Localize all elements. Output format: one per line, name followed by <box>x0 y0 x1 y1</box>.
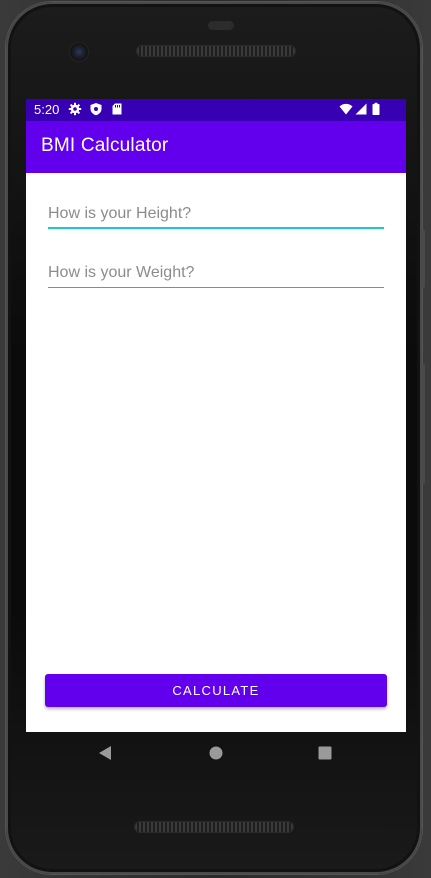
back-icon[interactable] <box>98 745 112 761</box>
weight-field-underline <box>48 287 384 288</box>
weight-field[interactable] <box>48 260 384 288</box>
wifi-icon <box>339 103 353 115</box>
sd-card-icon <box>112 103 122 115</box>
front-camera-icon <box>70 43 88 61</box>
bottom-speaker-grille <box>135 822 293 832</box>
navigation-bar <box>26 732 406 776</box>
app-screen: 5:20 BMI Calculator How is your Height? … <box>26 99 406 732</box>
signal-icon <box>355 103 367 115</box>
calculate-button[interactable]: CALCULATE <box>45 674 387 707</box>
volume-button <box>420 364 425 484</box>
shield-icon <box>90 103 102 116</box>
top-speaker-grille <box>137 46 295 56</box>
battery-icon <box>372 102 380 115</box>
height-field[interactable] <box>48 201 384 229</box>
status-time: 5:20 <box>34 102 60 117</box>
height-field-underline <box>48 227 384 229</box>
status-bar: 5:20 <box>26 99 406 121</box>
height-input[interactable] <box>48 201 384 227</box>
weight-input[interactable] <box>48 260 384 286</box>
home-icon[interactable] <box>209 745 223 761</box>
app-title: BMI Calculator <box>41 135 169 156</box>
recents-icon[interactable] <box>318 745 332 761</box>
power-button <box>420 230 425 288</box>
gear-icon <box>68 102 82 116</box>
earpiece-slot <box>208 21 234 30</box>
app-bar: BMI Calculator <box>26 121 406 173</box>
